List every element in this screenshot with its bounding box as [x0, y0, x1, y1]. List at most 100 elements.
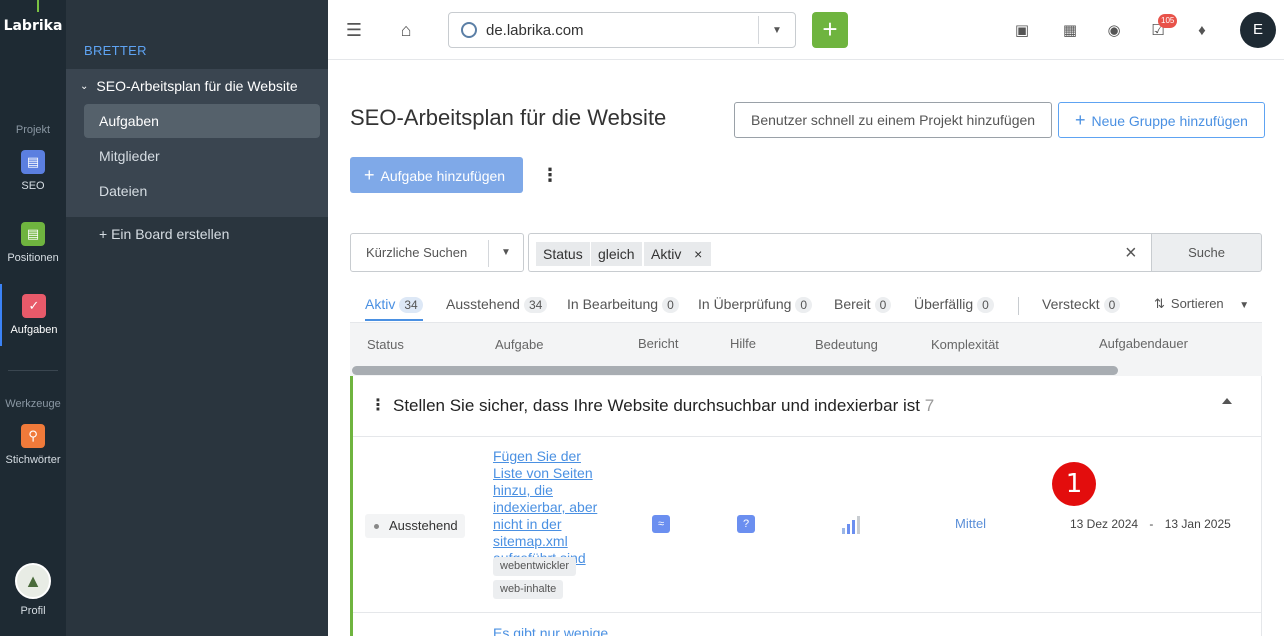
rail-group-tools: Werkzeuge — [5, 398, 61, 410]
clipboard-icon: ▤ — [21, 150, 45, 174]
column-header-aufgabendauer[interactable]: Aufgabendauer — [1099, 336, 1188, 351]
key-icon: ⚲ — [21, 424, 45, 448]
add-group-label: Neue Gruppe hinzufügen — [1091, 113, 1248, 129]
project-url-select[interactable]: de.labrika.com ▼ — [448, 12, 796, 48]
column-header-bedeutung[interactable]: Bedeutung — [815, 337, 878, 352]
tab-bereit[interactable]: Bereit 0 — [834, 296, 892, 313]
help-icon[interactable]: ? — [737, 515, 755, 533]
add-user-to-project-button[interactable]: Benutzer schnell zu einem Projekt hinzuf… — [734, 102, 1053, 138]
clear-filter-icon[interactable]: × — [1125, 242, 1137, 265]
sidebar-heading: BRETTER — [84, 43, 147, 58]
tab-count: 34 — [399, 297, 423, 313]
importance-bar — [842, 528, 845, 534]
task-link[interactable]: Es gibt nur wenige — [493, 625, 608, 636]
add-button[interactable]: + — [812, 12, 848, 48]
rail-item-seo[interactable]: ▤ SEO — [0, 150, 66, 212]
calendar-icon[interactable]: ▦ — [1058, 18, 1082, 42]
tab-ausstehend[interactable]: Ausstehend 34 — [446, 296, 548, 313]
rail-item-label: Profil — [20, 605, 46, 617]
column-header-hilfe[interactable]: Hilfe — [730, 336, 756, 351]
top-bar: ☰ ⌂ de.labrika.com ▼ + ▣ ▦ ◉ ☑ 105 ♦ E — [328, 0, 1284, 60]
task-group: ⋮ Stellen Sie sicher, dass Ihre Website … — [350, 376, 1262, 636]
chat-icon[interactable]: ◉ — [1102, 18, 1126, 42]
tab-label: Ausstehend — [446, 296, 520, 312]
filter-input[interactable]: Status gleich Aktiv × × — [528, 233, 1152, 272]
column-header-status[interactable]: Status — [367, 337, 404, 352]
more-options-icon[interactable]: ⋮ — [541, 165, 559, 186]
tab-ueberfaellig[interactable]: Überfällig 0 — [914, 296, 994, 313]
user-avatar[interactable]: E — [1240, 12, 1276, 48]
notification-count-badge: 105 — [1158, 14, 1178, 28]
app-logo[interactable]: Labrika — [0, 18, 66, 34]
group-header: ⋮ Stellen Sie sicher, dass Ihre Website … — [353, 376, 1262, 437]
select-divider — [488, 240, 489, 267]
tab-count: 34 — [523, 297, 548, 313]
search-button[interactable]: Suche — [1151, 233, 1262, 272]
plus-icon: + — [1075, 110, 1086, 130]
annotation-marker: 1 — [1052, 462, 1096, 506]
caret-down-icon[interactable]: ▼ — [759, 25, 795, 36]
tag-web-inhalte[interactable]: web-inhalte — [493, 580, 564, 599]
rail-group-project: Projekt — [15, 124, 51, 136]
tabs-divider — [1018, 297, 1019, 315]
column-header-bericht[interactable]: Bericht — [638, 336, 678, 351]
status-badge[interactable]: Ausstehend — [365, 514, 465, 538]
filter-chip-field: Status — [536, 242, 590, 266]
create-board-link[interactable]: + Ein Board erstellen — [99, 226, 229, 242]
menu-icon[interactable]: ☰ — [342, 18, 366, 42]
horizontal-scrollbar[interactable] — [352, 366, 1118, 375]
tab-count: 0 — [795, 297, 813, 313]
status-tabs: Aktiv 34 Ausstehend 34 In Bearbeitung 0 In … — [350, 296, 1262, 323]
importance-bar — [857, 516, 860, 534]
boards-sidebar: BRETTER ⌄ SEO-Arbeitsplan für die Websit… — [66, 0, 328, 636]
bell-icon[interactable]: ♦ — [1190, 18, 1214, 42]
column-header-komplexitaet[interactable]: Komplexität — [931, 337, 999, 352]
logo-accent — [37, 0, 39, 12]
rail-item-profile[interactable]: ▲ Profil — [0, 563, 66, 625]
chevron-down-icon: ⌄ — [80, 80, 89, 92]
tab-count: 0 — [977, 297, 994, 313]
sidebar-item-aufgaben[interactable]: Aufgaben — [84, 104, 320, 138]
task-link[interactable]: Fügen Sie der Liste von Seiten hinzu, di… — [493, 448, 613, 567]
recent-searches-select[interactable]: Kürzliche Suchen ▼ — [350, 233, 524, 272]
caret-down-icon: ▼ — [1239, 300, 1250, 311]
rail-item-label: SEO — [21, 180, 45, 192]
group-title: Stellen Sie sicher, dass Ihre Website du… — [393, 396, 934, 416]
rail-item-stichwoerter[interactable]: ⚲ Stichwörter — [0, 424, 66, 486]
group-options-icon[interactable]: ⋮ — [370, 395, 386, 415]
add-group-button[interactable]: + Neue Gruppe hinzufügen — [1058, 102, 1265, 138]
sidebar-item-mitglieder[interactable]: Mitglieder — [84, 139, 320, 173]
briefcase-icon[interactable]: ▣ — [1010, 18, 1034, 42]
add-task-button[interactable]: + Aufgabe hinzufügen — [350, 157, 523, 193]
profile-avatar: ▲ — [15, 563, 51, 599]
column-header-aufgabe[interactable]: Aufgabe — [495, 337, 543, 352]
rail-item-label: Stichwörter — [5, 454, 61, 466]
tab-in-bearbeitung[interactable]: In Bearbeitung 0 — [567, 296, 679, 313]
rail-item-positionen[interactable]: ▤ Positionen — [0, 222, 66, 284]
rail-item-aufgaben[interactable]: ✓ Aufgaben — [0, 284, 66, 346]
collapse-chevron-icon[interactable] — [1222, 398, 1232, 404]
sidebar-item-dateien[interactable]: Dateien — [84, 174, 320, 208]
remove-chip-icon[interactable]: × — [694, 242, 702, 266]
table-row[interactable]: Ausstehend Fügen Sie der Liste von Seite… — [353, 437, 1262, 613]
sort-dropdown[interactable]: ⇅ Sortieren ▼ — [1154, 296, 1249, 312]
report-icon[interactable]: ≈ — [652, 515, 670, 533]
globe-icon — [461, 22, 477, 38]
tab-in-ueberpruefung[interactable]: In Überprüfung 0 — [698, 296, 813, 313]
rail-item-label: Aufgaben — [10, 324, 58, 336]
filter-value-label: Aktiv — [651, 246, 682, 262]
filter-chip-value: Aktiv × — [644, 242, 712, 266]
importance-bar — [847, 524, 850, 534]
date-to: 13 Jan 2025 — [1164, 517, 1231, 531]
tab-aktiv[interactable]: Aktiv 34 — [365, 296, 423, 321]
tab-versteckt[interactable]: Versteckt 0 — [1042, 296, 1121, 313]
sidebar-project-block: ⌄ SEO-Arbeitsplan für die Website Aufgab… — [66, 69, 328, 217]
tab-count: 0 — [874, 297, 892, 313]
home-icon[interactable]: ⌂ — [394, 18, 418, 42]
tag-webentwickler[interactable]: webentwickler — [493, 557, 577, 576]
tab-count: 0 — [662, 297, 679, 313]
sidebar-project-toggle[interactable]: ⌄ SEO-Arbeitsplan für die Website — [80, 78, 298, 94]
tab-label: In Überprüfung — [698, 296, 792, 312]
task-duration: 13 Dez 2024 - 13 Jan 2025 — [1070, 517, 1231, 531]
sidebar-project-title: SEO-Arbeitsplan für die Website — [96, 78, 298, 94]
